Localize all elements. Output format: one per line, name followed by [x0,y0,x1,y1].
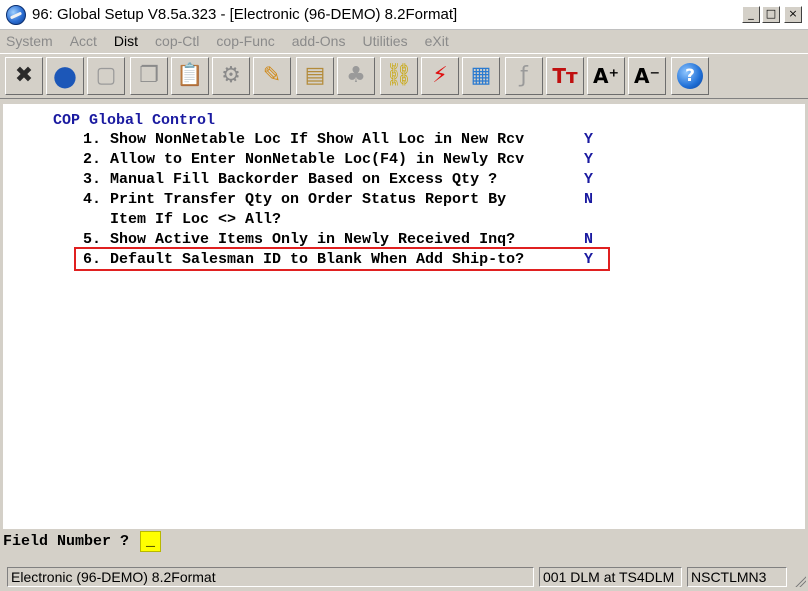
resize-grip-icon[interactable] [794,575,806,587]
edit-icon: ✎ [262,63,282,88]
exit-button[interactable]: ✖ [5,57,43,95]
notes-icon: ▤ [304,63,326,88]
users-icon: ♣ [346,63,366,88]
menu-bar: System Acct Dist cop-Ctl cop-Func add-On… [0,30,808,52]
option-4-label-continued: Item If Loc <> All? [83,211,282,228]
status-user: 001 DLM at TS4DLM [539,567,682,587]
option-3-value[interactable]: Y [584,170,593,190]
maximize-button[interactable]: □ [762,6,780,23]
font-decrease-icon: A⁻ [633,64,661,88]
app-logo-icon [6,4,26,25]
menu-exit[interactable]: eXit [425,33,449,49]
settings-icon: ⚙ [221,63,241,88]
menu-utilities[interactable]: Utilities [362,33,407,49]
toolbar: ✖ ● ▢ ❐ 📋 ⚙ ✎ ▤ ♣ ⛓ ⚡ ▦ ƒ Tт A⁺ A⁻? [0,53,808,99]
globe-icon: ● [52,59,78,92]
globe-button[interactable]: ● [46,57,84,95]
function-button[interactable]: ƒ [505,57,543,95]
blank-page-icon: ▢ [95,63,117,88]
paste-icon: 📋 [176,63,204,88]
option-1-label: 1. Show NonNetable Loc If Show All Loc i… [83,131,525,148]
function-icon: ƒ [520,63,528,88]
option-6-highlight [74,247,610,271]
option-2-value[interactable]: Y [584,150,593,170]
users-button[interactable]: ♣ [337,57,375,95]
font-type-icon: Tт [552,64,578,88]
calendar-button[interactable]: ▦ [462,57,500,95]
calendar-icon: ▦ [470,63,492,88]
menu-cop-func[interactable]: cop-Func [216,33,274,49]
option-3-label: 3. Manual Fill Backorder Based on Excess… [83,171,498,188]
field-number-label: Field Number ? [3,532,130,550]
help-icon: ? [677,63,703,89]
edit-button[interactable]: ✎ [253,57,291,95]
blank-page-button[interactable]: ▢ [87,57,125,95]
copy-button[interactable]: ❐ [130,57,168,95]
exit-icon: ✖ [14,63,34,88]
menu-dist[interactable]: Dist [114,33,138,49]
title-bar: 96: Global Setup V8.5a.323 - [Electronic… [0,0,808,30]
option-2-label: 2. Allow to Enter NonNetable Loc(F4) in … [83,151,525,168]
status-company: Electronic (96-DEMO) 8.2Format [7,567,534,587]
window-controls: _ □ × [742,6,802,23]
field-number-input[interactable]: _ [140,530,162,552]
close-button[interactable]: × [784,6,802,23]
font-increase-button[interactable]: A⁺ [587,57,625,95]
menu-cop-ctl[interactable]: cop-Ctl [155,33,199,49]
global-control-screen: COP Global Control 1. Show NonNetable Lo… [3,104,805,529]
status-terminal: NSCTLMN3 [687,567,787,587]
copy-icon: ❐ [139,63,159,88]
font-increase-icon: A⁺ [592,64,620,88]
menu-acct[interactable]: Acct [70,33,97,49]
menu-add-ons[interactable]: add-Ons [292,33,346,49]
font-decrease-button[interactable]: A⁻ [628,57,666,95]
menu-system[interactable]: System [6,33,53,49]
paste-button[interactable]: 📋 [171,57,209,95]
font-type-button[interactable]: Tт [546,57,584,95]
screen-heading: COP Global Control [53,112,216,129]
minimize-button[interactable]: _ [742,6,760,23]
lightning-icon: ⚡ [432,63,448,88]
option-4-label: 4. Print Transfer Qty on Order Status Re… [83,191,507,208]
settings-button[interactable]: ⚙ [212,57,250,95]
link-icon: ⛓ [385,63,413,88]
link-button[interactable]: ⛓ [380,57,418,95]
field-prompt: Field Number ? _ [0,529,808,553]
option-4-value[interactable]: N [584,190,593,210]
window-title: 96: Global Setup V8.5a.323 - [Electronic… [32,6,458,23]
notes-button[interactable]: ▤ [296,57,334,95]
option-1-value[interactable]: Y [584,130,593,150]
status-bar: Electronic (96-DEMO) 8.2Format 001 DLM a… [0,563,808,591]
lightning-button[interactable]: ⚡ [421,57,459,95]
help-button[interactable]: ? [671,57,709,95]
